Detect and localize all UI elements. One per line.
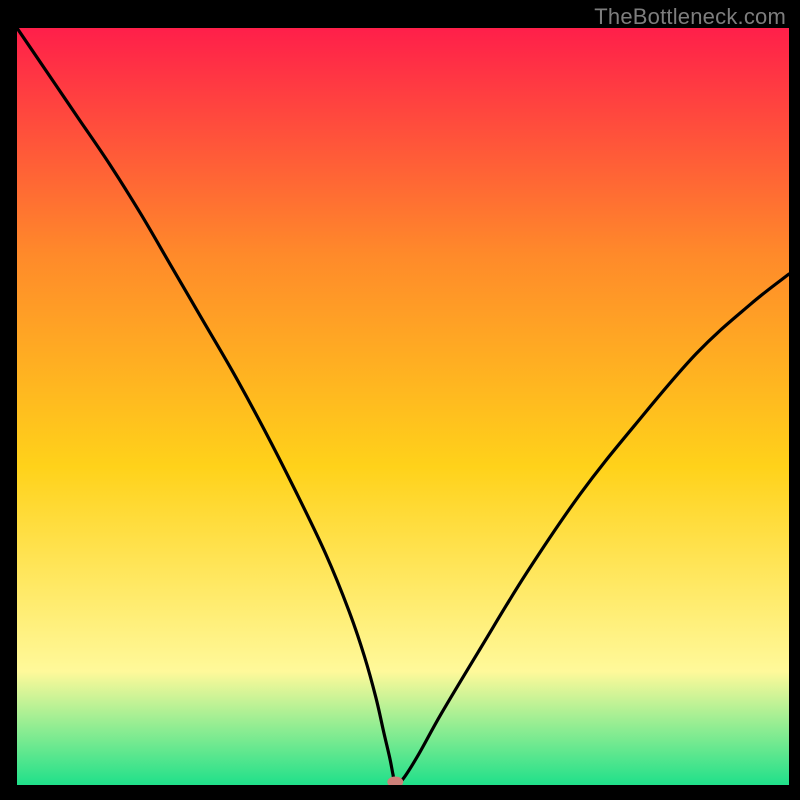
gradient-background bbox=[17, 28, 789, 785]
bottleneck-chart-svg bbox=[17, 28, 789, 785]
watermark-text: TheBottleneck.com bbox=[594, 4, 786, 30]
plot-area bbox=[17, 28, 789, 785]
chart-frame: TheBottleneck.com bbox=[0, 0, 800, 800]
